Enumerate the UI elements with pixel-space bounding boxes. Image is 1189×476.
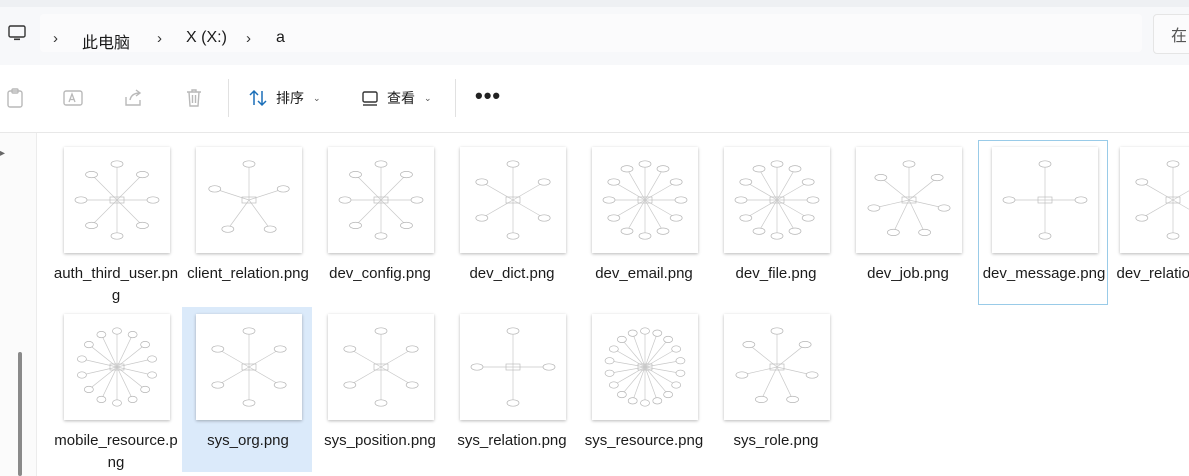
file-name: client_relation.png <box>187 265 309 282</box>
command-bar: 排序 ⌄ 查看 ⌄ ••• <box>0 65 1189 133</box>
file-name: dev_job.png <box>867 265 949 282</box>
sort-label: 排序 <box>276 90 304 106</box>
diagram-thumbnail-icon <box>867 160 951 236</box>
file-thumbnail[interactable] <box>724 147 830 253</box>
rename-icon[interactable] <box>62 87 84 109</box>
file-item[interactable]: sys_position.png <box>314 307 444 472</box>
view-label: 查看 <box>387 90 415 106</box>
chevron-right-icon[interactable]: › <box>246 30 251 47</box>
toolbar-divider <box>228 79 229 117</box>
diagram-thumbnail-icon <box>604 327 686 407</box>
file-name: sys_resource.png <box>584 432 704 449</box>
breadcrumb-drive-x[interactable]: X (X:) <box>186 29 227 47</box>
diagram-thumbnail-icon <box>343 327 419 407</box>
file-item[interactable]: sys_relation.png <box>446 307 576 472</box>
file-thumbnail[interactable] <box>196 314 302 420</box>
chevron-right-icon[interactable]: › <box>157 30 162 47</box>
diagram-thumbnail-icon <box>77 327 157 407</box>
file-item[interactable]: mobile_resource.png <box>50 307 180 472</box>
file-item[interactable]: auth_third_user.png <box>50 140 180 305</box>
file-item[interactable]: client_relation.png <box>182 140 312 305</box>
file-name: mobile_resource.png <box>54 432 178 471</box>
file-item[interactable]: dev_dict.png <box>446 140 576 305</box>
file-item[interactable]: dev_file.png <box>710 140 840 305</box>
file-name: dev_config.png <box>329 265 431 282</box>
share-icon[interactable] <box>122 87 144 109</box>
navigation-bar: › 此电脑 › X (X:) › a 在 <box>0 7 1189 65</box>
delete-icon[interactable] <box>183 87 205 109</box>
computer-icon[interactable] <box>7 23 27 43</box>
file-name: dev_file.png <box>735 265 817 282</box>
file-name: sys_position.png <box>324 432 436 449</box>
toolbar-divider <box>455 79 456 117</box>
file-item[interactable]: sys_role.png <box>710 307 840 472</box>
diagram-thumbnail-icon <box>470 327 556 407</box>
file-thumbnail[interactable] <box>328 147 434 253</box>
diagram-thumbnail-icon <box>338 160 424 240</box>
file-thumbnail[interactable] <box>460 314 566 420</box>
file-thumbnail[interactable] <box>724 314 830 420</box>
file-item[interactable]: sys_org.png <box>182 307 312 472</box>
diagram-thumbnail-icon <box>1002 160 1088 240</box>
breadcrumb-folder-a[interactable]: a <box>276 29 285 47</box>
file-thumbnail[interactable] <box>196 147 302 253</box>
chevron-down-icon: ⌄ <box>424 92 432 103</box>
file-name: dev_relation.png <box>1116 265 1189 282</box>
file-thumbnail[interactable] <box>64 147 170 253</box>
file-item[interactable]: dev_relation.png <box>1106 140 1189 305</box>
file-thumbnail[interactable] <box>1120 147 1189 253</box>
file-name: auth_third_user.png <box>53 265 179 304</box>
file-name: dev_dict.png <box>469 265 555 282</box>
file-thumbnail[interactable] <box>992 147 1098 253</box>
more-options-icon[interactable]: ••• <box>475 83 501 109</box>
view-icon <box>362 91 378 106</box>
file-item[interactable]: dev_email.png <box>578 140 708 305</box>
file-name: sys_relation.png <box>457 432 567 449</box>
diagram-thumbnail-icon <box>208 160 290 233</box>
chevron-right-icon[interactable]: › <box>53 30 58 47</box>
file-item[interactable]: dev_config.png <box>314 140 444 305</box>
sort-button[interactable]: 排序 ⌄ <box>247 83 321 113</box>
file-thumbnail[interactable] <box>460 147 566 253</box>
file-item[interactable]: sys_resource.png <box>578 307 708 472</box>
file-name: dev_message.png <box>982 265 1106 282</box>
diagram-thumbnail-icon <box>475 160 551 240</box>
chevron-down-icon: ⌄ <box>313 92 321 103</box>
diagram-thumbnail-icon <box>211 327 287 407</box>
diagram-thumbnail-icon <box>74 160 160 240</box>
address-bar[interactable]: › 此电脑 › X (X:) › a <box>40 14 1142 52</box>
sort-icon <box>249 89 267 107</box>
search-placeholder[interactable]: 在 <box>1171 22 1187 46</box>
file-name: sys_org.png <box>207 432 289 449</box>
file-item[interactable]: dev_job.png <box>842 140 972 305</box>
diagram-thumbnail-icon <box>735 327 819 403</box>
file-name: sys_role.png <box>733 432 819 449</box>
file-item[interactable]: dev_message.png <box>978 140 1108 305</box>
file-thumbnail[interactable] <box>64 314 170 420</box>
file-thumbnail[interactable] <box>592 314 698 420</box>
file-thumbnail[interactable] <box>328 314 434 420</box>
pin-icon: ▸ <box>0 148 6 159</box>
diagram-thumbnail-icon <box>602 160 688 240</box>
title-strip <box>0 0 1189 7</box>
file-thumbnail[interactable] <box>592 147 698 253</box>
view-button[interactable]: 查看 ⌄ <box>360 83 432 113</box>
navigation-pane-scrollbar[interactable] <box>18 352 22 476</box>
breadcrumb-this-pc[interactable]: 此电脑 <box>82 29 130 53</box>
diagram-thumbnail-icon <box>1135 160 1189 240</box>
paste-icon[interactable] <box>4 87 26 109</box>
file-thumbnail[interactable] <box>856 147 962 253</box>
file-name: dev_email.png <box>595 265 693 282</box>
diagram-thumbnail-icon <box>734 160 820 240</box>
